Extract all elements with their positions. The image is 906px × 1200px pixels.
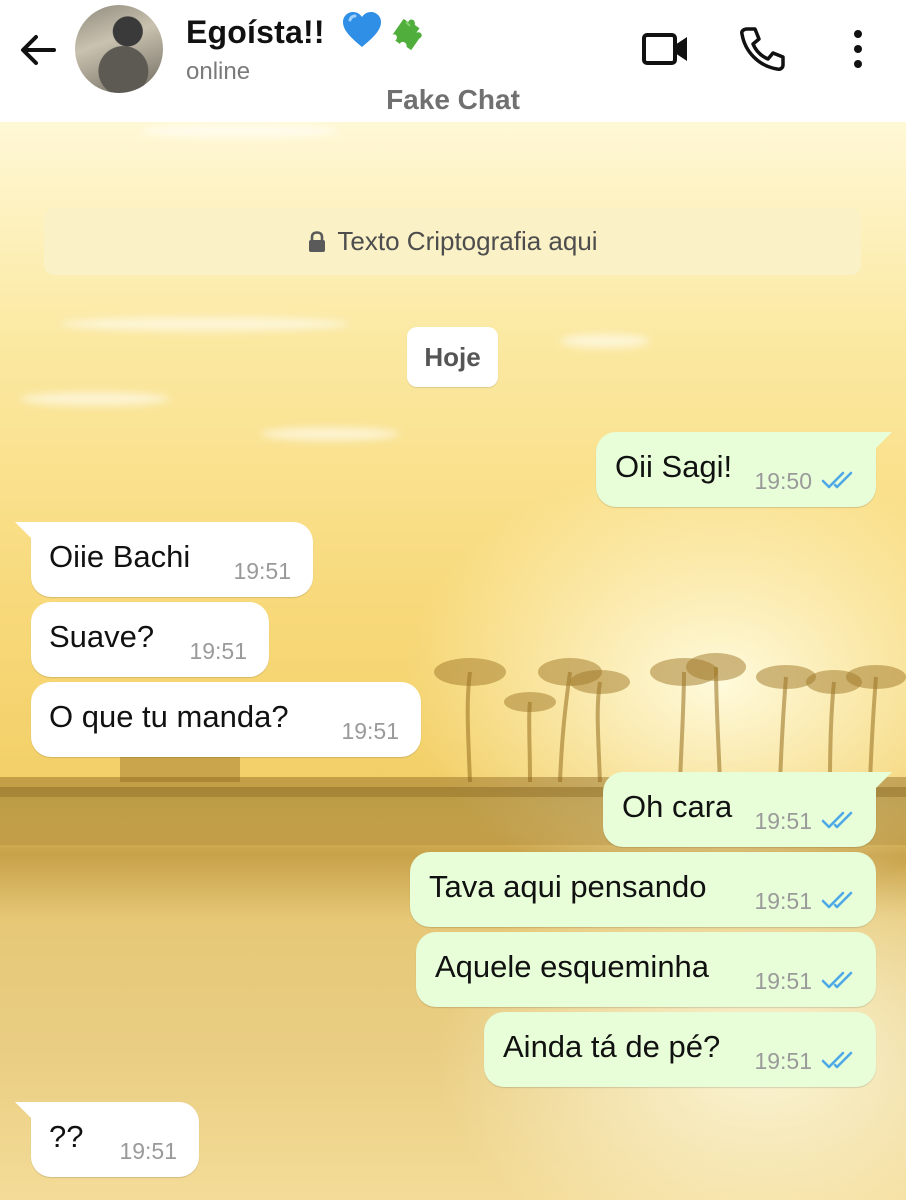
message-bubble-outgoing[interactable]: Aquele esqueminha 19:51 (416, 932, 876, 1007)
encryption-notice[interactable]: Texto Criptografia aqui (44, 208, 861, 275)
message-text: O que tu manda? (49, 699, 289, 734)
message-time: 19:51 (754, 808, 812, 834)
back-arrow-icon[interactable] (16, 28, 60, 72)
message-bubble-incoming[interactable]: Oiie Bachi 19:51 (15, 522, 313, 597)
read-ticks-icon (821, 811, 853, 829)
message-time: 19:51 (189, 638, 247, 664)
message-text: Aquele esqueminha (435, 949, 710, 984)
message-time: 19:51 (754, 1048, 812, 1074)
message-bubble-outgoing[interactable]: Tava aqui pensando 19:51 (410, 852, 876, 927)
avatar[interactable] (75, 5, 163, 93)
phone-icon[interactable] (737, 24, 787, 74)
fake-chat-watermark: Fake Chat (386, 84, 520, 115)
message-time: 19:51 (754, 968, 812, 994)
blue-heart-emoji (343, 12, 381, 47)
name-emojis (340, 8, 434, 56)
message-time: 19:51 (233, 558, 291, 584)
message-text: Tava aqui pensando (429, 869, 707, 904)
message-text: Oii Sagi! (615, 449, 733, 484)
message-bubble-incoming[interactable]: O que tu manda? 19:51 (31, 682, 421, 757)
message-time: 19:51 (754, 888, 812, 914)
message-text: Ainda tá de pé? (503, 1029, 721, 1064)
read-ticks-icon (821, 971, 853, 989)
contact-status: online (186, 58, 251, 85)
date-divider: Hoje (407, 327, 498, 387)
video-call-icon[interactable] (641, 24, 691, 74)
encryption-notice-text: Texto Criptografia aqui (337, 226, 598, 256)
message-bubble-incoming[interactable]: Suave? 19:51 (31, 602, 269, 677)
message-text: Oh cara (622, 789, 733, 824)
message-text: Oiie Bachi (49, 539, 191, 574)
more-options-icon[interactable] (833, 24, 883, 74)
message-bubble-outgoing[interactable]: Oh cara 19:51 (603, 772, 892, 847)
message-bubble-incoming[interactable]: ?? 19:51 (15, 1102, 199, 1177)
read-ticks-icon (821, 471, 853, 489)
message-time: 19:51 (341, 718, 399, 744)
message-bubble-outgoing[interactable]: Ainda tá de pé? 19:51 (484, 1012, 876, 1087)
message-text: Suave? (49, 619, 155, 654)
puzzle-piece-emoji (392, 18, 422, 51)
read-ticks-icon (821, 1051, 853, 1069)
message-time: 19:51 (119, 1138, 177, 1164)
message-text: ?? (49, 1119, 84, 1154)
message-time: 19:50 (754, 468, 812, 494)
message-bubble-outgoing[interactable]: Oii Sagi! 19:50 (596, 432, 892, 507)
read-ticks-icon (821, 891, 853, 909)
contact-name[interactable]: Egoísta!! (186, 14, 325, 51)
lock-icon (309, 230, 326, 252)
